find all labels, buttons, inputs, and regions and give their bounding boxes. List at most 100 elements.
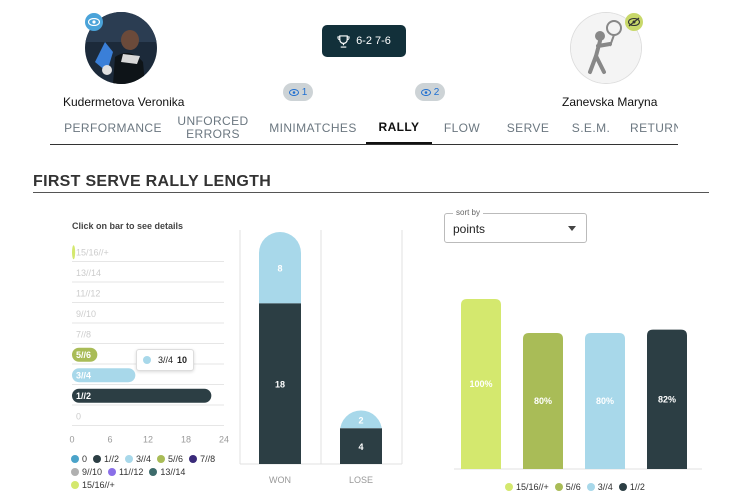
legend-dot bbox=[71, 480, 79, 489]
legend-label: 15/16//+ bbox=[516, 481, 549, 492]
legend-label: 5//6 bbox=[565, 481, 581, 492]
legend-item-8[interactable]: 15/16//+ bbox=[71, 478, 115, 491]
tab-minimatches[interactable]: MINIMATCHES bbox=[265, 112, 361, 144]
legend-item-1[interactable]: 1//2 bbox=[93, 452, 119, 465]
percent-label-0: 100% bbox=[469, 379, 492, 389]
legend-label: 1//2 bbox=[104, 453, 120, 464]
x-tick-label-2: 12 bbox=[143, 435, 153, 445]
bar-label-6: 3//4 bbox=[76, 370, 91, 380]
bar-label-0: 15/16//+ bbox=[76, 247, 109, 257]
percent-legend-item-1[interactable]: 5//6 bbox=[554, 480, 581, 493]
tooltip-label: 3//4 bbox=[158, 355, 174, 365]
chevron-down-icon bbox=[568, 226, 576, 231]
view-counter-right-value: 2 bbox=[433, 86, 440, 98]
legend-label: 0 bbox=[82, 453, 88, 464]
legend-label: 1//2 bbox=[629, 481, 645, 492]
tooltip-value: 10 bbox=[177, 355, 188, 365]
tab-return[interactable]: RETURN bbox=[630, 112, 678, 144]
legend-item-5[interactable]: 9//10 bbox=[71, 465, 102, 478]
legend-dot bbox=[71, 454, 79, 463]
legend-label: 5//6 bbox=[168, 453, 184, 464]
view-counter-left-value: 1 bbox=[301, 86, 308, 98]
x-tick-label-4: 24 bbox=[219, 435, 229, 445]
legend-dot bbox=[189, 454, 198, 463]
score-pill: 6-2 7-6 bbox=[322, 25, 406, 57]
player-left-eye-icon[interactable] bbox=[85, 13, 103, 31]
section-title: FIRST SERVE RALLY LENGTH bbox=[33, 173, 272, 190]
bar-label-7: 1//2 bbox=[76, 391, 91, 401]
legend-label: 11//12 bbox=[119, 466, 144, 477]
bar-label-3: 9//10 bbox=[76, 309, 96, 319]
won-lose-stacked-chart: 8 18 WON 2 4 LOSE bbox=[239, 230, 403, 485]
tab-performance[interactable]: PERFORMANCE bbox=[58, 112, 168, 144]
legend-label: 7//8 bbox=[200, 453, 216, 464]
legend-item-7[interactable]: 13//14 bbox=[149, 465, 185, 478]
stack-bottom-label-0: 18 bbox=[275, 380, 285, 390]
trophy-icon bbox=[337, 34, 350, 48]
legend-label: 9//10 bbox=[82, 466, 103, 477]
legend-dot bbox=[618, 482, 627, 491]
rally-length-legend: 0 1//2 3//4 5//6 7//8 9//10 11//12 13//14 15/16/… bbox=[71, 452, 236, 491]
legend-item-6[interactable]: 11//12 bbox=[108, 465, 143, 478]
chart-hint: Click on bar to see details bbox=[72, 221, 184, 231]
legend-item-2[interactable]: 3//4 bbox=[125, 452, 151, 465]
legend-label: 3//4 bbox=[136, 453, 152, 464]
tab-flow[interactable]: FLOW bbox=[438, 112, 486, 144]
bar-tooltip: 3//4 10 bbox=[136, 349, 194, 371]
tab-rally[interactable]: RALLY bbox=[366, 112, 432, 144]
category-label-0: WON bbox=[269, 475, 291, 485]
bar-label-1: 13//14 bbox=[76, 268, 101, 278]
rally-length-horizontal-chart: 15/16//+ 13//14 11//12 9//10 7//8 5//6 3//4 1//… bbox=[69, 245, 229, 445]
legend-dot bbox=[157, 454, 166, 463]
legend-dot bbox=[149, 467, 158, 476]
legend-dot bbox=[586, 482, 595, 491]
bar-7[interactable] bbox=[72, 388, 212, 403]
bar-label-5: 5//6 bbox=[76, 350, 91, 360]
percent-vertical-chart: 100% 80% 80% 82% bbox=[454, 299, 702, 470]
legend-label: 13//14 bbox=[160, 466, 186, 477]
bar-label-8: 0 bbox=[76, 411, 81, 421]
player-right-name: Zanevska Maryna bbox=[562, 95, 658, 109]
tab-sem[interactable]: S.E.M. bbox=[568, 112, 614, 144]
x-tick-label-0: 0 bbox=[69, 435, 74, 445]
bar-label-4: 7//8 bbox=[76, 329, 91, 339]
view-counter-left[interactable]: 1 bbox=[283, 83, 313, 101]
view-counter-right[interactable]: 2 bbox=[415, 83, 445, 101]
sort-select-value: points bbox=[453, 222, 486, 236]
tab-serve[interactable]: SERVE bbox=[500, 112, 556, 144]
score-text: 6-2 7-6 bbox=[356, 35, 391, 47]
legend-dot bbox=[554, 482, 563, 491]
eye-icon bbox=[420, 88, 431, 96]
legend-dot bbox=[125, 454, 134, 463]
legend-dot bbox=[108, 467, 117, 476]
legend-dot bbox=[93, 454, 102, 463]
stack-bottom-label-1: 4 bbox=[358, 442, 363, 452]
bar-label-2: 11//12 bbox=[76, 288, 100, 298]
percent-legend-item-3[interactable]: 1//2 bbox=[618, 480, 645, 493]
category-label-1: LOSE bbox=[349, 475, 373, 485]
sort-select-label: sort by bbox=[453, 208, 484, 217]
tooltip-color-dot bbox=[143, 356, 151, 364]
legend-dot bbox=[505, 482, 513, 491]
legend-item-0[interactable]: 0 bbox=[71, 452, 87, 465]
legend-item-3[interactable]: 5//6 bbox=[157, 452, 183, 465]
x-tick-label-3: 18 bbox=[181, 435, 191, 445]
percent-label-2: 80% bbox=[596, 396, 614, 406]
percent-legend: 15/16//+ 5//6 3//4 1//2 bbox=[505, 480, 651, 493]
legend-label: 15/16//+ bbox=[82, 479, 115, 490]
player-right-eye-off-icon[interactable] bbox=[625, 13, 643, 31]
eye-icon bbox=[288, 88, 299, 96]
x-tick-label-1: 6 bbox=[107, 435, 112, 445]
sort-select[interactable]: sort by points bbox=[444, 208, 587, 243]
player-left-name: Kudermetova Veronika bbox=[63, 95, 185, 109]
bar-0[interactable] bbox=[72, 245, 76, 260]
stack-top-label-0: 8 bbox=[277, 264, 282, 274]
percent-label-1: 80% bbox=[534, 396, 552, 406]
percent-label-3: 82% bbox=[658, 394, 676, 404]
stack-top-label-1: 2 bbox=[358, 415, 363, 425]
percent-legend-item-0[interactable]: 15/16//+ bbox=[505, 480, 549, 493]
percent-legend-item-2[interactable]: 3//4 bbox=[586, 480, 613, 493]
tab-unforced-errors[interactable]: UNFORCED ERRORS bbox=[175, 112, 251, 144]
legend-item-4[interactable]: 7//8 bbox=[189, 452, 215, 465]
tab-bar: PERFORMANCE UNFORCED ERRORS MINIMATCHES … bbox=[50, 112, 678, 145]
